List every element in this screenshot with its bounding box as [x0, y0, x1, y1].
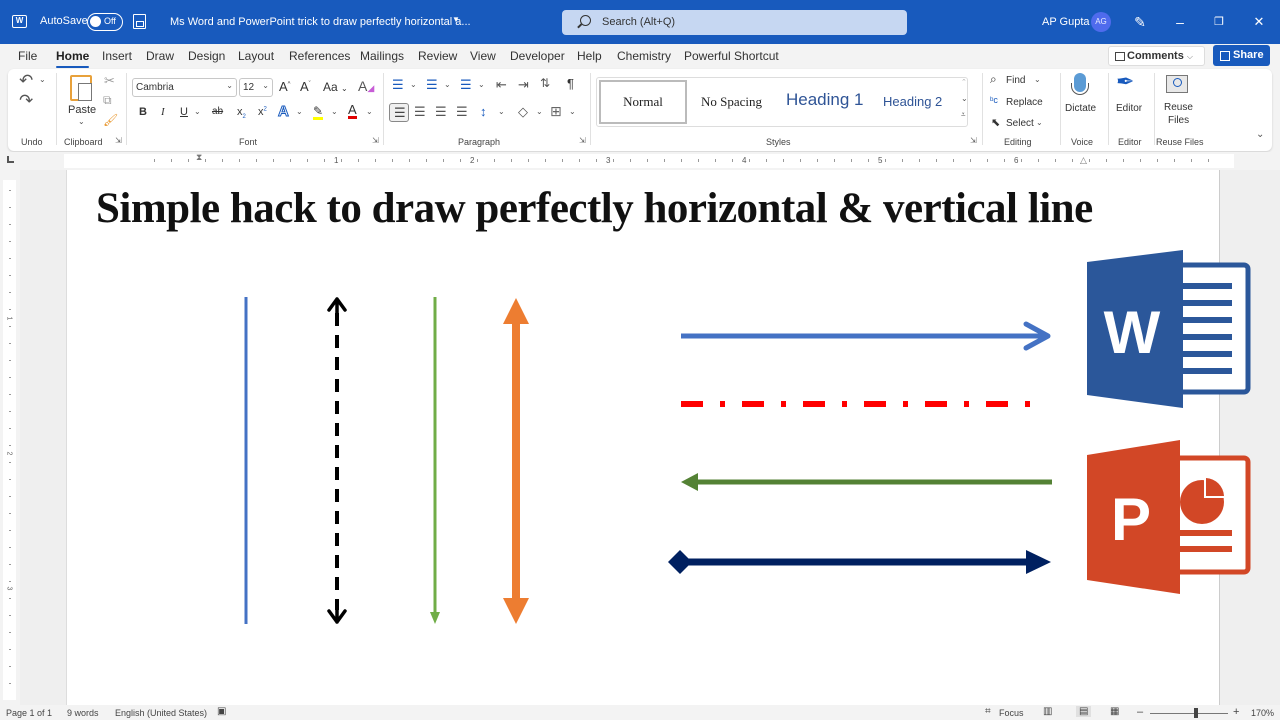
- print-layout-icon[interactable]: ▤: [1076, 706, 1092, 717]
- blue-open-arrow-right[interactable]: [681, 321, 1051, 351]
- word-logo-letter: W: [1104, 299, 1161, 366]
- zoom-slider[interactable]: [1150, 713, 1228, 714]
- powerpoint-logo: P: [1087, 440, 1251, 594]
- word-count[interactable]: 9 words: [67, 708, 99, 718]
- status-bar: Page 1 of 1 9 words English (United Stat…: [0, 705, 1280, 720]
- web-layout-icon[interactable]: ▦: [1110, 706, 1119, 717]
- green-arrow-down[interactable]: [430, 297, 440, 624]
- zoom-in-button[interactable]: +: [1233, 706, 1239, 718]
- word-logo: W: [1087, 250, 1251, 408]
- focus-button[interactable]: Focus: [999, 708, 1024, 718]
- black-dashed-double-arrow[interactable]: [327, 297, 347, 624]
- language[interactable]: English (United States): [115, 708, 207, 718]
- shapes-layer: W P: [244, 250, 1251, 624]
- navy-diamond-arrow[interactable]: [668, 550, 1051, 574]
- page-count[interactable]: Page 1 of 1: [6, 708, 52, 718]
- green-arrow-left[interactable]: [681, 473, 1052, 491]
- zoom-out-button[interactable]: –: [1137, 706, 1143, 718]
- orange-thick-double-arrow[interactable]: [503, 298, 529, 624]
- focus-icon: ⌗: [985, 706, 991, 717]
- zoom-level[interactable]: 170%: [1251, 708, 1274, 718]
- ppt-logo-letter: P: [1111, 486, 1151, 553]
- accessibility-icon[interactable]: ▣: [217, 706, 226, 717]
- read-mode-icon[interactable]: ▥: [1043, 706, 1052, 717]
- zoom-slider-thumb[interactable]: [1193, 708, 1198, 718]
